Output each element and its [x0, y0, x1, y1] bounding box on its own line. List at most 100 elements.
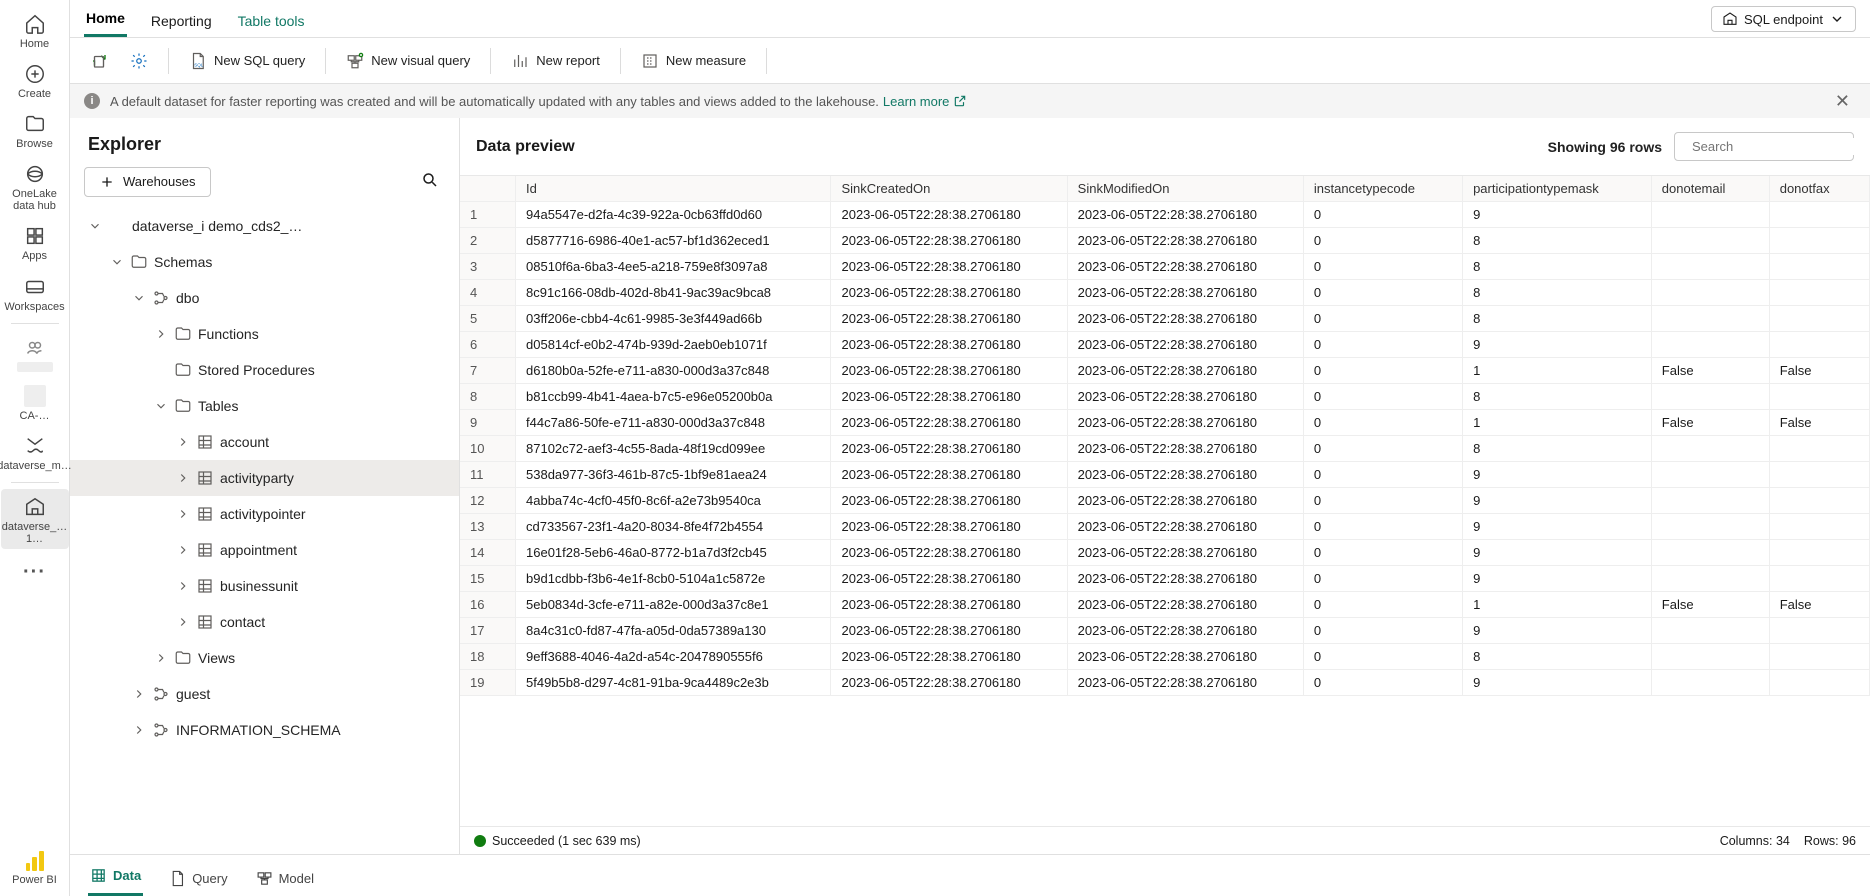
table-row[interactable]: 165eb0834d-3cfe-e711-a82e-000d3a37c8e120…: [460, 592, 1870, 618]
cell-instancetypecode[interactable]: 0: [1304, 358, 1463, 384]
cell-participationtypemask[interactable]: 9: [1463, 670, 1652, 696]
refresh-button[interactable]: [84, 47, 114, 75]
cell-SinkModifiedOn[interactable]: 2023-06-05T22:28:38.2706180: [1068, 592, 1304, 618]
cell-instancetypecode[interactable]: 0: [1304, 592, 1463, 618]
data-grid[interactable]: IdSinkCreatedOnSinkModifiedOninstancetyp…: [460, 176, 1870, 696]
cell-donotemail[interactable]: [1652, 306, 1770, 332]
node-dbo[interactable]: dbo: [70, 280, 459, 316]
table-row[interactable]: 194a5547e-d2fa-4c39-922a-0cb63ffd0d60202…: [460, 202, 1870, 228]
cell-SinkModifiedOn[interactable]: 2023-06-05T22:28:38.2706180: [1068, 566, 1304, 592]
nav-ws-avatar[interactable]: [1, 330, 69, 376]
node-views[interactable]: Views: [70, 640, 459, 676]
cell-SinkCreatedOn[interactable]: 2023-06-05T22:28:38.2706180: [831, 410, 1067, 436]
column-header-SinkModifiedOn[interactable]: SinkModifiedOn: [1068, 176, 1304, 202]
cell-instancetypecode[interactable]: 0: [1304, 566, 1463, 592]
cell-donotfax[interactable]: [1770, 332, 1870, 358]
cell-SinkModifiedOn[interactable]: 2023-06-05T22:28:38.2706180: [1068, 670, 1304, 696]
explorer-tree[interactable]: dataverse_i demo_cds2_… Schemas dbo Func…: [70, 208, 459, 854]
cell-participationtypemask[interactable]: 9: [1463, 202, 1652, 228]
cell-SinkCreatedOn[interactable]: 2023-06-05T22:28:38.2706180: [831, 488, 1067, 514]
cell-donotemail[interactable]: [1652, 254, 1770, 280]
cell-instancetypecode[interactable]: 0: [1304, 410, 1463, 436]
cell-instancetypecode[interactable]: 0: [1304, 280, 1463, 306]
tab-home[interactable]: Home: [84, 2, 127, 37]
cell-SinkModifiedOn[interactable]: 2023-06-05T22:28:38.2706180: [1068, 254, 1304, 280]
cell-Id[interactable]: 03ff206e-cbb4-4c61-9985-3e3f449ad66b: [516, 306, 831, 332]
cell-participationtypemask[interactable]: 1: [1463, 410, 1652, 436]
cell-instancetypecode[interactable]: 0: [1304, 462, 1463, 488]
table-row[interactable]: 308510f6a-6ba3-4ee5-a218-759e8f3097a8202…: [460, 254, 1870, 280]
cell-SinkModifiedOn[interactable]: 2023-06-05T22:28:38.2706180: [1068, 202, 1304, 228]
cell-Id[interactable]: 16e01f28-5eb6-46a0-8772-b1a7d3f2cb45: [516, 540, 831, 566]
nav-ws-dvm[interactable]: dataverse_m…: [1, 428, 69, 476]
view-tab-query[interactable]: Query: [167, 861, 229, 896]
node-table-activityparty[interactable]: activityparty: [70, 460, 459, 496]
new-sql-query-button[interactable]: SQL New SQL query: [183, 47, 311, 75]
node-guest[interactable]: guest: [70, 676, 459, 712]
cell-Id[interactable]: f44c7a86-50fe-e711-a830-000d3a37c848: [516, 410, 831, 436]
cell-SinkModifiedOn[interactable]: 2023-06-05T22:28:38.2706180: [1068, 384, 1304, 410]
nav-browse[interactable]: Browse: [1, 106, 69, 154]
table-row[interactable]: 1087102c72-aef3-4c55-8ada-48f19cd099ee20…: [460, 436, 1870, 462]
cell-participationtypemask[interactable]: 9: [1463, 566, 1652, 592]
new-visual-query-button[interactable]: New visual query: [340, 47, 476, 75]
cell-Id[interactable]: 5f49b5b8-d297-4c81-91ba-9ca4489c2e3b: [516, 670, 831, 696]
cell-donotemail[interactable]: [1652, 514, 1770, 540]
view-tab-model[interactable]: Model: [254, 861, 316, 896]
column-header-donotemail[interactable]: donotemail: [1652, 176, 1770, 202]
nav-ws-ca[interactable]: CA-…: [1, 378, 69, 426]
nav-more[interactable]: ···: [23, 551, 46, 594]
cell-donotfax[interactable]: [1770, 436, 1870, 462]
cell-SinkModifiedOn[interactable]: 2023-06-05T22:28:38.2706180: [1068, 514, 1304, 540]
cell-participationtypemask[interactable]: 9: [1463, 462, 1652, 488]
cell-SinkModifiedOn[interactable]: 2023-06-05T22:28:38.2706180: [1068, 540, 1304, 566]
cell-SinkCreatedOn[interactable]: 2023-06-05T22:28:38.2706180: [831, 332, 1067, 358]
preview-search-input[interactable]: [1690, 138, 1870, 155]
table-row[interactable]: 13cd733567-23f1-4a20-8034-8fe4f72b455420…: [460, 514, 1870, 540]
cell-SinkCreatedOn[interactable]: 2023-06-05T22:28:38.2706180: [831, 280, 1067, 306]
cell-donotfax[interactable]: [1770, 618, 1870, 644]
cell-instancetypecode[interactable]: 0: [1304, 618, 1463, 644]
view-tab-data[interactable]: Data: [88, 858, 143, 896]
cell-Id[interactable]: d5877716-6986-40e1-ac57-bf1d362eced1: [516, 228, 831, 254]
cell-donotemail[interactable]: [1652, 202, 1770, 228]
column-header-Id[interactable]: Id: [516, 176, 831, 202]
cell-Id[interactable]: 538da977-36f3-461b-87c5-1bf9e81aea24: [516, 462, 831, 488]
column-header-instancetypecode[interactable]: instancetypecode: [1304, 176, 1463, 202]
cell-donotemail[interactable]: [1652, 540, 1770, 566]
cell-donotemail[interactable]: False: [1652, 358, 1770, 384]
nav-workspaces[interactable]: Workspaces: [1, 269, 69, 317]
table-row[interactable]: 15b9d1cdbb-f3b6-4e1f-8cb0-5104a1c5872e20…: [460, 566, 1870, 592]
table-row[interactable]: 1416e01f28-5eb6-46a0-8772-b1a7d3f2cb4520…: [460, 540, 1870, 566]
node-tables[interactable]: Tables: [70, 388, 459, 424]
table-row[interactable]: 189eff3688-4046-4a2d-a54c-2047890555f620…: [460, 644, 1870, 670]
cell-donotemail[interactable]: [1652, 228, 1770, 254]
cell-Id[interactable]: 5eb0834d-3cfe-e711-a82e-000d3a37c8e1: [516, 592, 831, 618]
cell-Id[interactable]: 08510f6a-6ba3-4ee5-a218-759e8f3097a8: [516, 254, 831, 280]
cell-SinkCreatedOn[interactable]: 2023-06-05T22:28:38.2706180: [831, 202, 1067, 228]
table-row[interactable]: 195f49b5b8-d297-4c81-91ba-9ca4489c2e3b20…: [460, 670, 1870, 696]
node-sprocs[interactable]: Stored Procedures: [70, 352, 459, 388]
cell-Id[interactable]: 94a5547e-d2fa-4c39-922a-0cb63ffd0d60: [516, 202, 831, 228]
cell-instancetypecode[interactable]: 0: [1304, 228, 1463, 254]
cell-donotemail[interactable]: [1652, 618, 1770, 644]
nav-onelake[interactable]: OneLake data hub: [1, 156, 69, 216]
cell-SinkCreatedOn[interactable]: 2023-06-05T22:28:38.2706180: [831, 540, 1067, 566]
mode-dropdown[interactable]: SQL endpoint: [1711, 6, 1856, 32]
cell-donotemail[interactable]: False: [1652, 410, 1770, 436]
cell-SinkCreatedOn[interactable]: 2023-06-05T22:28:38.2706180: [831, 384, 1067, 410]
cell-instancetypecode[interactable]: 0: [1304, 384, 1463, 410]
cell-instancetypecode[interactable]: 0: [1304, 306, 1463, 332]
cell-donotfax[interactable]: [1770, 566, 1870, 592]
cell-participationtypemask[interactable]: 9: [1463, 488, 1652, 514]
nav-home[interactable]: Home: [1, 6, 69, 54]
cell-SinkCreatedOn[interactable]: 2023-06-05T22:28:38.2706180: [831, 566, 1067, 592]
node-functions[interactable]: Functions: [70, 316, 459, 352]
nav-create[interactable]: Create: [1, 56, 69, 104]
cell-donotemail[interactable]: [1652, 670, 1770, 696]
cell-instancetypecode[interactable]: 0: [1304, 332, 1463, 358]
table-row[interactable]: 7d6180b0a-52fe-e711-a830-000d3a37c848202…: [460, 358, 1870, 384]
cell-SinkModifiedOn[interactable]: 2023-06-05T22:28:38.2706180: [1068, 618, 1304, 644]
cell-participationtypemask[interactable]: 8: [1463, 644, 1652, 670]
table-row[interactable]: 8b81ccb99-4b41-4aea-b7c5-e96e05200b0a202…: [460, 384, 1870, 410]
